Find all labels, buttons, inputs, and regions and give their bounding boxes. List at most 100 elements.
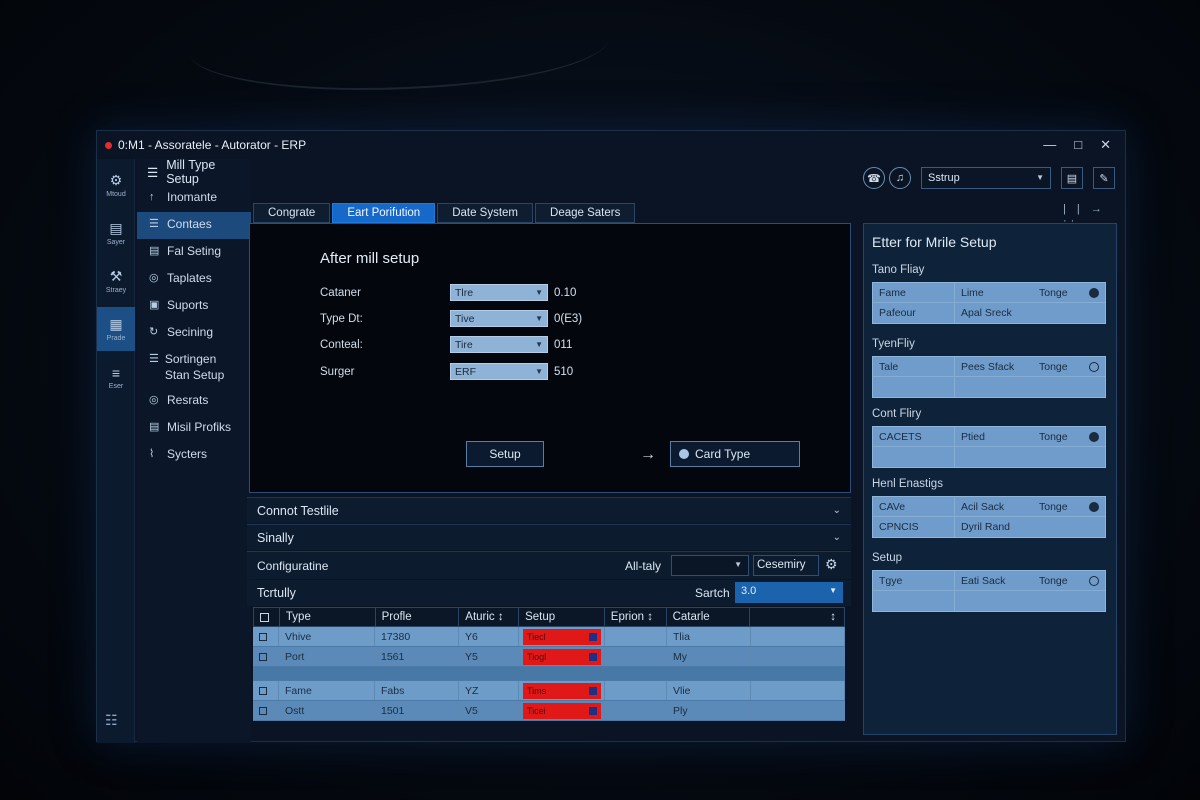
apps-grid-icon[interactable]: ☷ <box>105 712 118 729</box>
column-header[interactable]: Setup <box>519 608 605 626</box>
cesemiry-field[interactable]: Cesemiry <box>753 555 819 576</box>
maximize-icon[interactable]: □ <box>1074 137 1082 153</box>
tools-icon: ⚒ <box>109 268 123 284</box>
column-header[interactable]: Type <box>280 608 376 626</box>
minimize-icon[interactable]: — <box>1043 137 1056 153</box>
background-cable <box>190 0 610 90</box>
filter-row[interactable]: Tale Pees Sfack Tonge <box>873 357 1105 377</box>
card-type-button[interactable]: Card Type <box>670 441 800 467</box>
toggle-on-icon <box>1089 431 1099 442</box>
field-select[interactable]: Tire ▼ <box>450 336 548 353</box>
setup-select[interactable]: Sstrup ▼ <box>921 167 1051 189</box>
window-controls: — □ ✕ <box>1043 137 1111 153</box>
rail-item-straey[interactable]: ⚒ Straey <box>97 259 135 303</box>
setup-button[interactable]: Setup <box>466 441 544 467</box>
tab-date-system[interactable]: Date System <box>437 203 534 223</box>
toggle-icon[interactable] <box>1083 571 1105 590</box>
column-header[interactable]: Eprion ↕ <box>605 608 667 626</box>
filter-row[interactable] <box>873 447 1105 467</box>
record-dot-icon <box>105 141 112 149</box>
setup-status-tag[interactable]: Tims <box>523 682 601 699</box>
tab-eart-porifution[interactable]: Eart Porifution <box>332 203 436 223</box>
cell-eprion <box>605 701 667 720</box>
rail-item-eser[interactable]: ≡ Eser <box>97 355 135 399</box>
row-checkbox[interactable] <box>253 681 279 700</box>
all-taly-dropdown[interactable]: ▼ <box>671 555 749 576</box>
save-icon[interactable]: ▤ <box>1061 167 1083 189</box>
setup-status-tag[interactable]: Tiogl <box>523 648 601 665</box>
field-select[interactable]: Tive ▼ <box>450 310 548 327</box>
filter-row[interactable]: Tgye Eati Sack Tonge <box>873 571 1105 591</box>
toggle-icon[interactable] <box>1083 427 1105 446</box>
toggle-icon[interactable] <box>1083 357 1105 376</box>
chevron-down-icon: ▼ <box>535 314 543 323</box>
sidebar-item-label: Suports <box>167 298 209 312</box>
accordion-connot-testlile[interactable]: Connot Testlile ⌄ <box>247 497 851 523</box>
column-header[interactable]: Aturic ↕ <box>459 608 520 626</box>
sidebar-item-sycters[interactable]: ⌇ Sycters <box>137 442 251 469</box>
headset-icon[interactable]: ♫ <box>889 167 911 189</box>
sidebar-item-sortingen[interactable]: ☰ Sortingen Stan Setup <box>137 347 251 388</box>
sidebar-item-label: Fal Seting <box>167 244 222 258</box>
checkbox-icon <box>259 652 267 661</box>
toggle-icon[interactable] <box>1083 497 1105 516</box>
filter-panel: Etter for Mrile Setup Tano Fliay Fame Li… <box>863 223 1117 735</box>
close-icon[interactable]: ✕ <box>1100 137 1111 153</box>
tab-deage-saters[interactable]: Deage Saters <box>535 203 636 223</box>
table-row[interactable]: Port 1561 Y5 Tiogl My <box>253 647 845 667</box>
filter-row[interactable]: Pafeour Apal Sreck <box>873 303 1105 323</box>
rail-item-mtoud[interactable]: ⚙ Mtoud <box>97 163 135 207</box>
target-icon: ◎ <box>149 394 159 407</box>
filter-panel-title: Etter for Mrile Setup <box>872 234 997 250</box>
cell-setup: Tiecl <box>519 627 605 646</box>
filter-row[interactable] <box>873 591 1105 611</box>
filter-cell: Tonge <box>1039 361 1068 373</box>
sidebar-item-secining[interactable]: ↻ Secining <box>137 320 251 347</box>
phone-icon[interactable]: ☎ <box>863 167 885 189</box>
sidebar-item-resrats[interactable]: ◎ Resrats <box>137 388 251 415</box>
row-checkbox[interactable] <box>253 701 279 720</box>
setup-status-tag[interactable]: Ticei <box>523 702 601 719</box>
select-all-checkbox[interactable] <box>254 608 280 626</box>
filter-cell: CPNCIS <box>873 517 955 537</box>
toggle-icon[interactable] <box>1083 283 1105 302</box>
row-checkbox[interactable] <box>253 647 279 666</box>
setup-status-tag[interactable]: Tiecl <box>523 628 601 645</box>
edit-icon[interactable]: ✎ <box>1093 167 1115 189</box>
column-header[interactable]: ↕ <box>750 608 844 626</box>
field-select[interactable]: ERF ▼ <box>450 363 548 380</box>
rail-item-prade[interactable]: ▦ Prade <box>97 307 135 351</box>
gear-icon[interactable]: ⚙ <box>825 556 838 573</box>
table-row[interactable]: Vhive 17380 Y6 Tiecl Tlia <box>253 627 845 647</box>
table-header: Type Profle Aturic ↕ Setup Eprion ↕ Cata… <box>253 607 845 627</box>
sidebar-item-taplates[interactable]: ◎ Taplates <box>137 266 251 293</box>
accordion-sinally[interactable]: Sinally ⌄ <box>247 524 851 550</box>
cell-catarle: Vlie <box>667 681 751 700</box>
row-checkbox[interactable] <box>253 627 279 646</box>
rail-item-sayer[interactable]: ▤ Sayer <box>97 211 135 255</box>
tab-congrate[interactable]: Congrate <box>253 203 331 223</box>
hamburger-icon[interactable]: ☰ <box>147 165 158 180</box>
sidebar-item-inomante[interactable]: ↑ Inomante <box>137 185 251 212</box>
search-select[interactable]: 3.0 ▼ <box>735 582 843 603</box>
filter-cell: Acil Sack <box>961 501 1005 513</box>
chevron-down-icon: ▼ <box>734 560 742 569</box>
filter-cell <box>873 377 955 397</box>
table-row[interactable]: Ostt 1501 V5 Ticei Ply <box>253 701 845 721</box>
filter-row[interactable]: CPNCIS Dyril Rand <box>873 517 1105 537</box>
sidebar-item-contaes[interactable]: ☰ Contaes <box>137 212 251 239</box>
sidebar-item-fal-seting[interactable]: ▤ Fal Seting <box>137 239 251 266</box>
filter-row[interactable] <box>873 377 1105 397</box>
column-header[interactable]: Profle <box>376 608 460 626</box>
field-select[interactable]: Tlre ▼ <box>450 284 548 301</box>
rail-item-label: Mtoud <box>106 191 126 198</box>
sidebar-item-misil-profiks[interactable]: ▤ Misil Profiks <box>137 415 251 442</box>
folder-icon: ▤ <box>149 245 160 257</box>
table-row[interactable]: Fame Fabs YZ Tims Vlie <box>253 681 845 701</box>
filter-row[interactable]: CAVe Acil Sack Tonge <box>873 497 1105 517</box>
cell-type: Fame <box>279 681 375 700</box>
filter-row[interactable]: CACETS Ptied Tonge <box>873 427 1105 447</box>
sidebar-item-suports[interactable]: ▣ Suports <box>137 293 251 320</box>
filter-row[interactable]: Fame Lime Tonge <box>873 283 1105 303</box>
column-header[interactable]: Catarle <box>667 608 751 626</box>
